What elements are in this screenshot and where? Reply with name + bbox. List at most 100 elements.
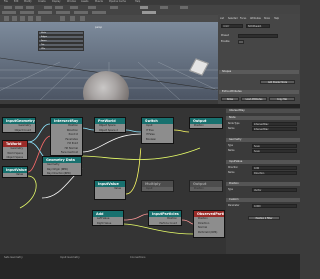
shelf-icon[interactable] <box>60 16 65 21</box>
bottom-left-text: Sets Geometry <box>4 256 23 259</box>
node-switch[interactable]: Switch Input If True If False Boolean <box>141 117 174 144</box>
shelf-icon[interactable] <box>4 16 9 21</box>
node-input-particles[interactable]: InputParticles Position Particle Count <box>148 210 182 226</box>
node-add[interactable]: Add Left Value Right Value <box>92 210 124 226</box>
node-input-value[interactable]: InputValue Value <box>2 166 28 178</box>
ae-tab-selected[interactable]: Selected <box>228 16 237 21</box>
shelf-tab[interactable] <box>56 11 70 14</box>
add-shader-node-button[interactable]: Add Shader Node <box>260 80 295 84</box>
ae-tab-focus[interactable]: Focus <box>240 16 246 21</box>
shelf-icon[interactable] <box>36 16 41 21</box>
tool-icon[interactable] <box>140 6 148 9</box>
section-shapes[interactable]: Shapes <box>219 70 299 74</box>
menu-item-display[interactable]: Display <box>52 0 60 4</box>
tool-icon[interactable] <box>160 6 168 9</box>
tool-icon[interactable] <box>26 6 34 9</box>
notes-button[interactable]: Notes <box>221 97 239 101</box>
node-port[interactable]: Right Value <box>93 222 123 227</box>
node-editor[interactable]: InputGeometry Geometry Object Count Inte… <box>0 108 226 254</box>
prop-field[interactable]: Vector <box>252 187 297 192</box>
node-geometry-data[interactable]: Geometry Data Geometry Ray Origin (RPR) … <box>42 156 82 176</box>
menu-item-file[interactable]: File <box>4 0 8 4</box>
shelf-tab[interactable] <box>2 11 16 14</box>
prop-field[interactable]: 0.00 <box>252 165 297 170</box>
prop-group-header[interactable]: InputValue <box>226 160 300 164</box>
shelf-tab[interactable] <box>20 11 34 14</box>
shelf-tab[interactable] <box>142 11 156 14</box>
tool-icon[interactable] <box>44 6 52 9</box>
node-port[interactable]: Particle Count <box>149 222 181 227</box>
prop-field[interactable]: Soup <box>252 148 297 153</box>
position-filter-button[interactable]: Position 2 Filter <box>248 216 280 220</box>
node-port[interactable]: Input <box>142 187 173 192</box>
prop-label: Name <box>228 127 235 130</box>
shelf-icon[interactable] <box>80 16 85 21</box>
node-observed-particle[interactable]: ObservedParticle Position Direction Norm… <box>193 210 225 238</box>
node-port[interactable]: Object Space 2 <box>95 129 125 134</box>
section-extra-attributes[interactable]: Extra Attributes <box>219 90 299 94</box>
ae-tab-attributes[interactable]: Attributes <box>250 16 261 21</box>
viewport-camera-label: persp <box>95 26 103 29</box>
tool-icon[interactable] <box>15 6 23 9</box>
preset-field[interactable] <box>238 34 278 38</box>
node-port[interactable]: Position <box>190 124 222 129</box>
tool-icon[interactable] <box>4 6 12 9</box>
tool-icon[interactable] <box>88 6 96 9</box>
copy-tab-button[interactable]: Copy Tab <box>269 97 295 101</box>
shelf-icon[interactable] <box>28 16 33 21</box>
node-port[interactable]: Ray Direction(RPR) <box>43 172 81 177</box>
menu-item-modify[interactable]: Modify <box>24 0 32 4</box>
shelf-tab[interactable] <box>74 11 88 14</box>
shelf-icon[interactable] <box>12 16 17 21</box>
node-multiply[interactable]: Multiply Input <box>141 180 174 192</box>
node-output[interactable]: Output Position <box>189 117 223 129</box>
shelf-icon[interactable] <box>70 16 75 21</box>
node-port[interactable]: Face Centroid <box>51 151 82 156</box>
ae-row-label: Enable <box>221 40 230 43</box>
node-port[interactable]: Boolean <box>142 138 173 143</box>
menu-item-edit[interactable]: Edit <box>14 0 18 4</box>
ae-tab-list[interactable]: List <box>220 16 224 21</box>
tool-icon[interactable] <box>180 6 188 9</box>
node-port[interactable]: Value <box>3 173 27 178</box>
menu-item-assets[interactable]: Assets <box>81 0 88 4</box>
node-port[interactable]: Position <box>190 187 222 192</box>
menu-item-window[interactable]: Window <box>67 0 76 4</box>
tool-icon[interactable] <box>70 6 78 9</box>
node-intersect-ray[interactable]: IntersectRay Position Direction Point Id… <box>50 117 83 156</box>
prop-field[interactable]: IntersectRay <box>252 121 297 126</box>
prop-field[interactable]: 0.000 <box>252 203 297 208</box>
tool-icon[interactable] <box>110 6 118 9</box>
menu-item-create[interactable]: Create <box>38 0 46 4</box>
prop-field[interactable]: IntersectRay <box>252 126 297 131</box>
prop-group-header[interactable]: Node <box>226 116 300 120</box>
prop-field[interactable]: Soup <box>252 143 297 148</box>
prop-field[interactable]: Direction <box>252 170 297 175</box>
tool-icon[interactable] <box>55 6 63 9</box>
load-attributes-button[interactable]: Load Attributes <box>241 97 267 101</box>
node-port[interactable]: Object Space <box>3 156 27 161</box>
ae-tab-help[interactable]: Help <box>274 16 279 21</box>
menu-item-help[interactable]: Help <box>135 0 140 4</box>
node-port[interactable]: Object Count <box>3 129 35 134</box>
shelf-icon[interactable] <box>20 16 25 21</box>
node-to-world[interactable]: ToWorld Geometry World Space Object Spac… <box>2 140 28 160</box>
ae-tab-show[interactable]: Show <box>264 16 270 21</box>
object-name-field[interactable]: rrrrrrr <box>221 24 243 28</box>
menu-item-muscle[interactable]: Muscle <box>95 0 103 4</box>
shape-field[interactable]: SOUPpeak1 <box>246 24 270 28</box>
menu-item-pipeline[interactable]: Pipeline Cache <box>109 0 126 4</box>
node-port[interactable]: ParticleId (RPR) <box>194 231 224 236</box>
node-input-value-2[interactable]: InputValue Value <box>94 180 126 200</box>
3d-viewport[interactable]: persp Verts Edges Faces Tris UVs <box>0 22 218 100</box>
prop-group-header[interactable]: Position <box>226 182 300 186</box>
prop-group-header[interactable]: Custom <box>226 198 300 202</box>
node-input-geometry[interactable]: InputGeometry Geometry Object Count <box>2 117 36 133</box>
enable-checkbox[interactable] <box>238 40 244 44</box>
node-port[interactable]: Value <box>95 187 125 192</box>
prop-group-header[interactable]: Geometry <box>226 138 300 142</box>
shelf-tab[interactable] <box>38 11 52 14</box>
shelf-tab[interactable] <box>92 11 106 14</box>
node-output-2[interactable]: Output Position <box>189 180 223 192</box>
node-pre-world[interactable]: PreWorld Object Space Object Space 2 <box>94 117 126 133</box>
